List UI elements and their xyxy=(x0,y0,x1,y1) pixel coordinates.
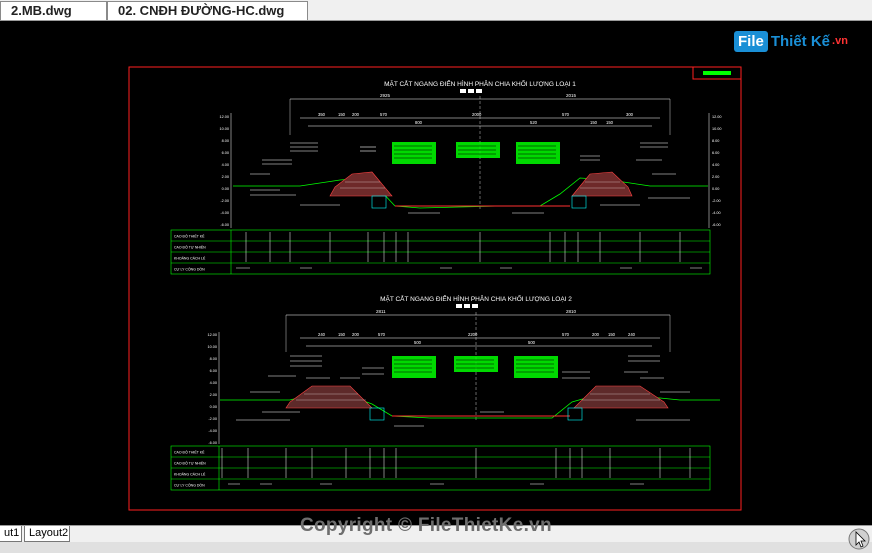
svg-text:0.00: 0.00 xyxy=(222,187,229,191)
svg-text:570: 570 xyxy=(562,112,570,117)
svg-text:-2.00: -2.00 xyxy=(220,199,229,203)
cross-section-1: MẶT CẮT NGANG ĐIỂN HÌNH PHÂN CHIA KHỐI L… xyxy=(170,78,722,275)
svg-text:-4.00: -4.00 xyxy=(712,211,721,215)
tab-layout1[interactable]: ut1 xyxy=(0,526,22,542)
svg-text:-6.00: -6.00 xyxy=(220,223,229,227)
svg-text:6.00: 6.00 xyxy=(210,369,217,373)
svg-text:CAO ĐỘ TỰ NHIÊN: CAO ĐỘ TỰ NHIÊN xyxy=(174,245,206,250)
pointer-icon xyxy=(848,528,870,550)
tab-mb-dwg[interactable]: 2.MB.dwg xyxy=(0,1,107,20)
svg-text:10.00: 10.00 xyxy=(219,127,229,131)
svg-text:10.00: 10.00 xyxy=(207,345,217,349)
svg-text:8.00: 8.00 xyxy=(210,357,217,361)
status-bar xyxy=(0,542,872,553)
svg-text:800: 800 xyxy=(415,120,423,125)
svg-text:CAO ĐỘ THIẾT KẾ: CAO ĐỘ THIẾT KẾ xyxy=(174,450,205,455)
svg-text:8.00: 8.00 xyxy=(712,139,719,143)
svg-text:2.00: 2.00 xyxy=(210,393,217,397)
copyright-watermark: Copyright © FileThietKe.vn xyxy=(300,515,552,536)
section-1-left-dim: 2925 xyxy=(380,93,391,98)
svg-text:12.00: 12.00 xyxy=(219,115,229,119)
svg-text:2200: 2200 xyxy=(468,332,478,337)
svg-text:570: 570 xyxy=(562,332,570,337)
svg-text:300: 300 xyxy=(626,112,634,117)
svg-text:2.00: 2.00 xyxy=(712,175,719,179)
svg-text:0.00: 0.00 xyxy=(712,187,719,191)
brand-logo: File Thiết Kế .vn xyxy=(734,27,848,55)
svg-text:240: 240 xyxy=(318,332,326,337)
svg-text:CỰ LY CỘNG DỒN: CỰ LY CỘNG DỒN xyxy=(174,483,205,488)
svg-text:200: 200 xyxy=(592,332,600,337)
svg-text:150: 150 xyxy=(338,112,346,117)
svg-text:-6.00: -6.00 xyxy=(208,441,217,445)
svg-text:240: 240 xyxy=(628,332,636,337)
svg-text:CAO ĐỘ TỰ NHIÊN: CAO ĐỘ TỰ NHIÊN xyxy=(174,461,206,466)
svg-text:150: 150 xyxy=(590,120,598,125)
svg-text:2000: 2000 xyxy=(472,112,482,117)
svg-text:500: 500 xyxy=(414,340,422,345)
svg-text:6.00: 6.00 xyxy=(222,151,229,155)
svg-text:CAO ĐỘ THIẾT KẾ: CAO ĐỘ THIẾT KẾ xyxy=(174,234,205,239)
drawing-canvas[interactable]: MẶT CẮT NGANG ĐIỂN HÌNH PHÂN CHIA KHỐI L… xyxy=(0,21,872,525)
svg-text:KHOẢNG CÁCH LẺ: KHOẢNG CÁCH LẺ xyxy=(174,472,206,477)
section-2-title: MẶT CẮT NGANG ĐIỂN HÌNH PHÂN CHIA KHỐI L… xyxy=(380,293,572,303)
svg-text:8.00: 8.00 xyxy=(222,139,229,143)
svg-text:KHOẢNG CÁCH LẺ: KHOẢNG CÁCH LẺ xyxy=(174,256,206,261)
svg-text:-2.00: -2.00 xyxy=(712,199,721,203)
svg-text:-6.00: -6.00 xyxy=(712,223,721,227)
cad-drawing: MẶT CẮT NGANG ĐIỂN HÌNH PHÂN CHIA KHỐI L… xyxy=(128,66,742,511)
svg-text:10.00: 10.00 xyxy=(712,127,722,131)
section-1-title: MẶT CẮT NGANG ĐIỂN HÌNH PHÂN CHIA KHỐI L… xyxy=(384,78,576,88)
section-1-right-dim: 2015 xyxy=(566,93,577,98)
svg-text:-4.00: -4.00 xyxy=(208,429,217,433)
svg-text:12.00: 12.00 xyxy=(207,333,217,337)
svg-text:2.00: 2.00 xyxy=(222,175,229,179)
svg-text:CỰ LY CỘNG DỒN: CỰ LY CỘNG DỒN xyxy=(174,267,205,272)
svg-text:350: 350 xyxy=(318,112,326,117)
svg-text:4.00: 4.00 xyxy=(210,381,217,385)
svg-text:12.00: 12.00 xyxy=(712,115,722,119)
svg-text:200: 200 xyxy=(352,112,360,117)
svg-text:0.00: 0.00 xyxy=(210,405,217,409)
section-2-right-dim: 2810 xyxy=(566,309,577,314)
svg-text:4.00: 4.00 xyxy=(222,163,229,167)
svg-text:150: 150 xyxy=(606,120,614,125)
svg-text:570: 570 xyxy=(380,112,388,117)
svg-text:-2.00: -2.00 xyxy=(208,417,217,421)
svg-text:4.00: 4.00 xyxy=(712,163,719,167)
svg-text:-4.00: -4.00 xyxy=(220,211,229,215)
file-tab-bar: 2.MB.dwg 02. CNĐH ĐƯỜNG-HC.dwg xyxy=(0,0,872,21)
svg-text:500: 500 xyxy=(528,340,536,345)
section-2-left-dim: 2811 xyxy=(376,309,386,314)
svg-text:570: 570 xyxy=(378,332,386,337)
svg-text:520: 520 xyxy=(530,120,538,125)
svg-text:150: 150 xyxy=(608,332,616,337)
svg-text:200: 200 xyxy=(352,332,360,337)
svg-text:6.00: 6.00 xyxy=(712,151,719,155)
tab-layout2[interactable]: Layout2 xyxy=(24,526,70,542)
svg-text:150: 150 xyxy=(338,332,346,337)
cross-section-2: MẶT CẮT NGANG ĐIỂN HÌNH PHÂN CHIA KHỐI L… xyxy=(170,293,720,491)
tab-cndh-duong-dwg[interactable]: 02. CNĐH ĐƯỜNG-HC.dwg xyxy=(107,1,308,20)
